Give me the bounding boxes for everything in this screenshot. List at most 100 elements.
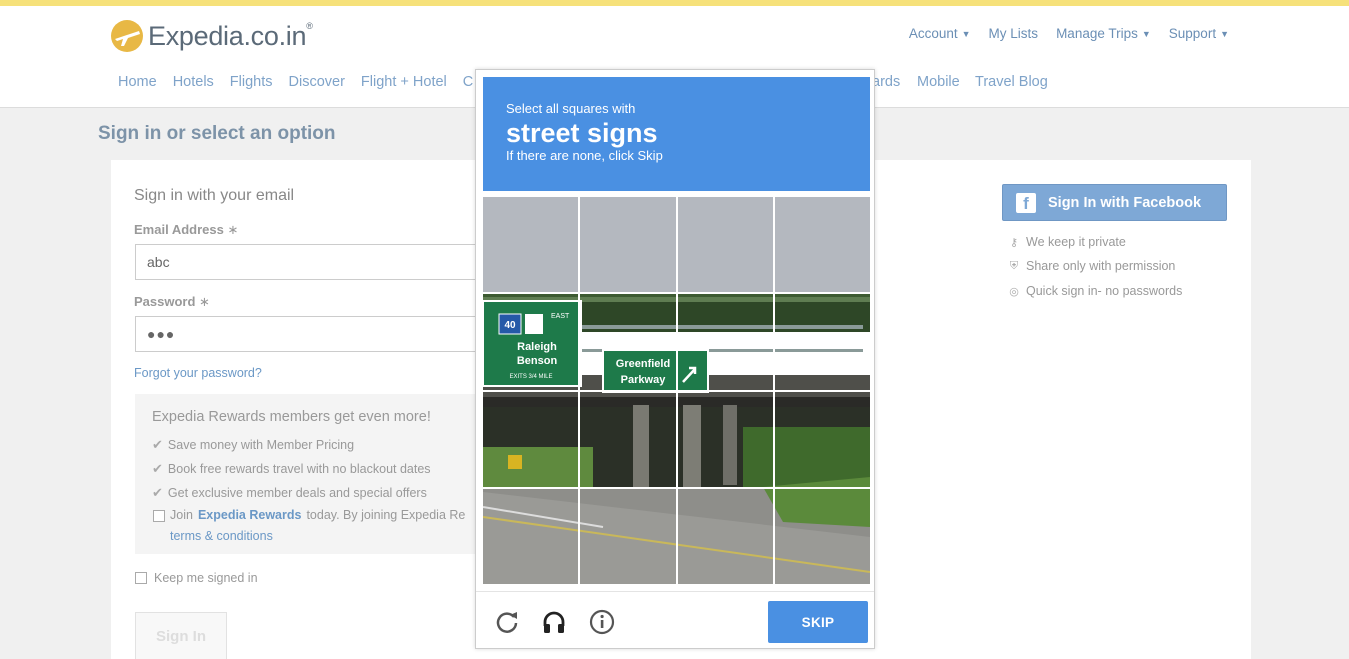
facebook-signin-button[interactable]: f Sign In with Facebook: [1002, 184, 1227, 221]
captcha-image-grid: 40 EAST Raleigh Benson EXITS 3/4 MILE Gr…: [483, 197, 870, 584]
captcha-tile-image: 40 EAST Raleigh Benson EXITS 3/4 MILE Gr…: [580, 294, 676, 390]
keep-signed-in-checkbox[interactable]: [135, 572, 147, 584]
audio-challenge-icon[interactable]: [540, 608, 568, 636]
sign-direction: EAST: [551, 313, 570, 320]
checkmark-icon: ✔: [152, 485, 163, 500]
captcha-tile-image: 40 EAST Raleigh Benson EXITS 3/4 MILE Gr…: [774, 488, 870, 584]
captcha-tile-image: 40 EAST Raleigh Benson EXITS 3/4 MILE Gr…: [580, 488, 676, 584]
facebook-perk: ◎ Quick sign in- no passwords: [1009, 284, 1183, 298]
chevron-down-icon: ▼: [961, 28, 971, 39]
rewards-box: Expedia Rewards members get even more! ✔…: [135, 394, 495, 554]
nav-flights[interactable]: Flights: [230, 74, 273, 90]
captcha-tile[interactable]: 40 EAST Raleigh Benson EXITS 3/4 MILE Gr…: [774, 488, 870, 584]
facebook-icon: f: [1016, 192, 1036, 213]
captcha-tile[interactable]: 40 EAST Raleigh Benson EXITS 3/4 MILE Gr…: [774, 294, 870, 390]
plane-globe-icon: [111, 20, 143, 52]
captcha-dialog: Select all squares with street signs If …: [475, 69, 875, 649]
captcha-tile[interactable]: 40 EAST Raleigh Benson EXITS 3/4 MILE Gr…: [483, 391, 579, 487]
utility-nav: Account ▼ My Lists Manage Trips ▼ Support ▼: [909, 26, 1229, 41]
captcha-tile-image: 40 EAST Raleigh Benson EXITS 3/4 MILE Gr…: [677, 294, 773, 390]
nav-account[interactable]: Account ▼: [909, 26, 971, 41]
captcha-tile[interactable]: 40 EAST Raleigh Benson EXITS 3/4 MILE Gr…: [677, 391, 773, 487]
nav-manage-trips[interactable]: Manage Trips ▼: [1056, 26, 1151, 41]
captcha-instructions: Select all squares with street signs If …: [483, 77, 870, 191]
captcha-tile[interactable]: 40 EAST Raleigh Benson EXITS 3/4 MILE Gr…: [483, 488, 579, 584]
captcha-target-label: street signs: [506, 118, 658, 148]
rewards-benefit: ✔ Save money with Member Pricing: [152, 437, 355, 452]
nav-my-lists[interactable]: My Lists: [989, 26, 1039, 41]
nav-discover[interactable]: Discover: [289, 74, 345, 90]
captcha-tile-image: 40 EAST Raleigh Benson EXITS 3/4 MILE Gr…: [677, 488, 773, 584]
captcha-instruction-sub: If there are none, click Skip: [506, 148, 663, 163]
terms-link[interactable]: terms & conditions: [170, 529, 273, 543]
forgot-password-link[interactable]: Forgot your password?: [134, 366, 262, 380]
captcha-skip-button[interactable]: SKIP: [768, 601, 868, 643]
checkmark-icon: ✔: [152, 461, 163, 476]
expedia-logo[interactable]: Expedia.co.in®: [110, 18, 313, 54]
facebook-perk: ⛨ Share only with permission: [1009, 259, 1176, 273]
join-prefix: Join: [170, 508, 193, 522]
join-rewards-row: Join Expedia Rewards today. By joining E…: [153, 508, 465, 522]
chevron-down-icon: ▼: [1220, 28, 1229, 39]
captcha-footer: SKIP: [476, 591, 874, 649]
keep-signed-in-label: Keep me signed in: [154, 571, 258, 585]
rewards-title: Expedia Rewards members get even more!: [152, 409, 431, 425]
expedia-rewards-link[interactable]: Expedia Rewards: [198, 508, 302, 522]
sign2-line-1: Greenfield: [616, 358, 670, 370]
signin-button[interactable]: Sign In: [135, 612, 227, 659]
sign-city-2: Benson: [517, 355, 558, 367]
captcha-tile[interactable]: 40 EAST Raleigh Benson EXITS 3/4 MILE Gr…: [483, 294, 579, 390]
join-suffix: today. By joining Expedia Re: [306, 508, 466, 522]
nav-partial-item[interactable]: C: [463, 74, 473, 90]
captcha-tile-image: 40 EAST Raleigh Benson EXITS 3/4 MILE Gr…: [677, 391, 773, 487]
captcha-tile[interactable]: 40 EAST Raleigh Benson EXITS 3/4 MILE Gr…: [774, 391, 870, 487]
captcha-tile[interactable]: 40 EAST Raleigh Benson EXITS 3/4 MILE Gr…: [677, 488, 773, 584]
captcha-tile-image: 40 EAST Raleigh Benson EXITS 3/4 MILE Gr…: [774, 197, 870, 293]
password-field[interactable]: ●●●: [135, 316, 495, 352]
nav-mobile[interactable]: Mobile: [917, 74, 960, 90]
sign-city-1: Raleigh: [517, 341, 557, 353]
email-field[interactable]: abc: [135, 244, 495, 280]
main-nav: Home Hotels Flights Discover Flight + Ho…: [118, 74, 473, 90]
checkmark-icon: ✔: [152, 437, 163, 452]
captcha-tile[interactable]: 40 EAST Raleigh Benson EXITS 3/4 MILE Gr…: [774, 197, 870, 293]
reload-icon[interactable]: [493, 608, 521, 636]
captcha-tile[interactable]: 40 EAST Raleigh Benson EXITS 3/4 MILE Gr…: [677, 294, 773, 390]
sign2-line-2: Parkway: [621, 374, 667, 386]
nav-hotels[interactable]: Hotels: [173, 74, 214, 90]
quick-signin-icon: ◎: [1009, 285, 1019, 298]
nav-support[interactable]: Support ▼: [1169, 26, 1229, 41]
captcha-tile-image: 40 EAST Raleigh Benson EXITS 3/4 MILE Gr…: [580, 391, 676, 487]
captcha-tile[interactable]: 40 EAST Raleigh Benson EXITS 3/4 MILE Gr…: [580, 488, 676, 584]
keep-signed-in-row: Keep me signed in: [135, 571, 258, 585]
captcha-tile-image: 40 EAST Raleigh Benson EXITS 3/4 MILE Gr…: [774, 391, 870, 487]
captcha-tile[interactable]: 40 EAST Raleigh Benson EXITS 3/4 MILE Gr…: [580, 294, 676, 390]
captcha-instruction-small: Select all squares with: [506, 101, 636, 116]
captcha-tile[interactable]: 40 EAST Raleigh Benson EXITS 3/4 MILE Gr…: [580, 391, 676, 487]
password-label: Password ∗: [134, 294, 210, 309]
nav-rewards-partial[interactable]: ards: [872, 74, 900, 90]
key-icon: ⚷: [1009, 236, 1019, 249]
rewards-benefit: ✔ Book free rewards travel with no blacko…: [152, 461, 431, 476]
captcha-tile-image: 40 EAST Raleigh Benson EXITS 3/4 MILE Gr…: [580, 197, 676, 293]
shield-icon: ⛨: [1009, 259, 1019, 272]
captcha-tile[interactable]: 40 EAST Raleigh Benson EXITS 3/4 MILE Gr…: [677, 197, 773, 293]
captcha-tile-image: 40 EAST Raleigh Benson EXITS 3/4 MILE Gr…: [774, 294, 870, 390]
nav-travel-blog[interactable]: Travel Blog: [975, 74, 1048, 90]
join-rewards-checkbox[interactable]: [153, 510, 165, 522]
sign-exit: EXITS 3/4 MILE: [509, 374, 552, 380]
facebook-perk: ⚷ We keep it private: [1009, 235, 1126, 249]
nav-home[interactable]: Home: [118, 74, 157, 90]
captcha-tile[interactable]: 40 EAST Raleigh Benson EXITS 3/4 MILE Gr…: [483, 197, 579, 293]
logo-text: Expedia.co.in®: [148, 20, 313, 51]
captcha-tile-image: 40 EAST Raleigh Benson EXITS 3/4 MILE Gr…: [483, 391, 579, 487]
nav-flight-hotel[interactable]: Flight + Hotel: [361, 74, 447, 90]
captcha-tile[interactable]: 40 EAST Raleigh Benson EXITS 3/4 MILE Gr…: [580, 197, 676, 293]
chevron-down-icon: ▼: [1141, 28, 1151, 39]
info-icon[interactable]: [588, 608, 616, 636]
captcha-tile-image: 40 EAST Raleigh Benson EXITS 3/4 MILE Gr…: [483, 197, 579, 293]
sign-route-number: 40: [504, 320, 516, 331]
captcha-tile-image: 40 EAST Raleigh Benson EXITS 3/4 MILE Gr…: [483, 488, 579, 584]
page-title: Sign in or select an option: [98, 123, 336, 144]
rewards-benefit: ✔ Get exclusive member deals and special …: [152, 485, 427, 500]
